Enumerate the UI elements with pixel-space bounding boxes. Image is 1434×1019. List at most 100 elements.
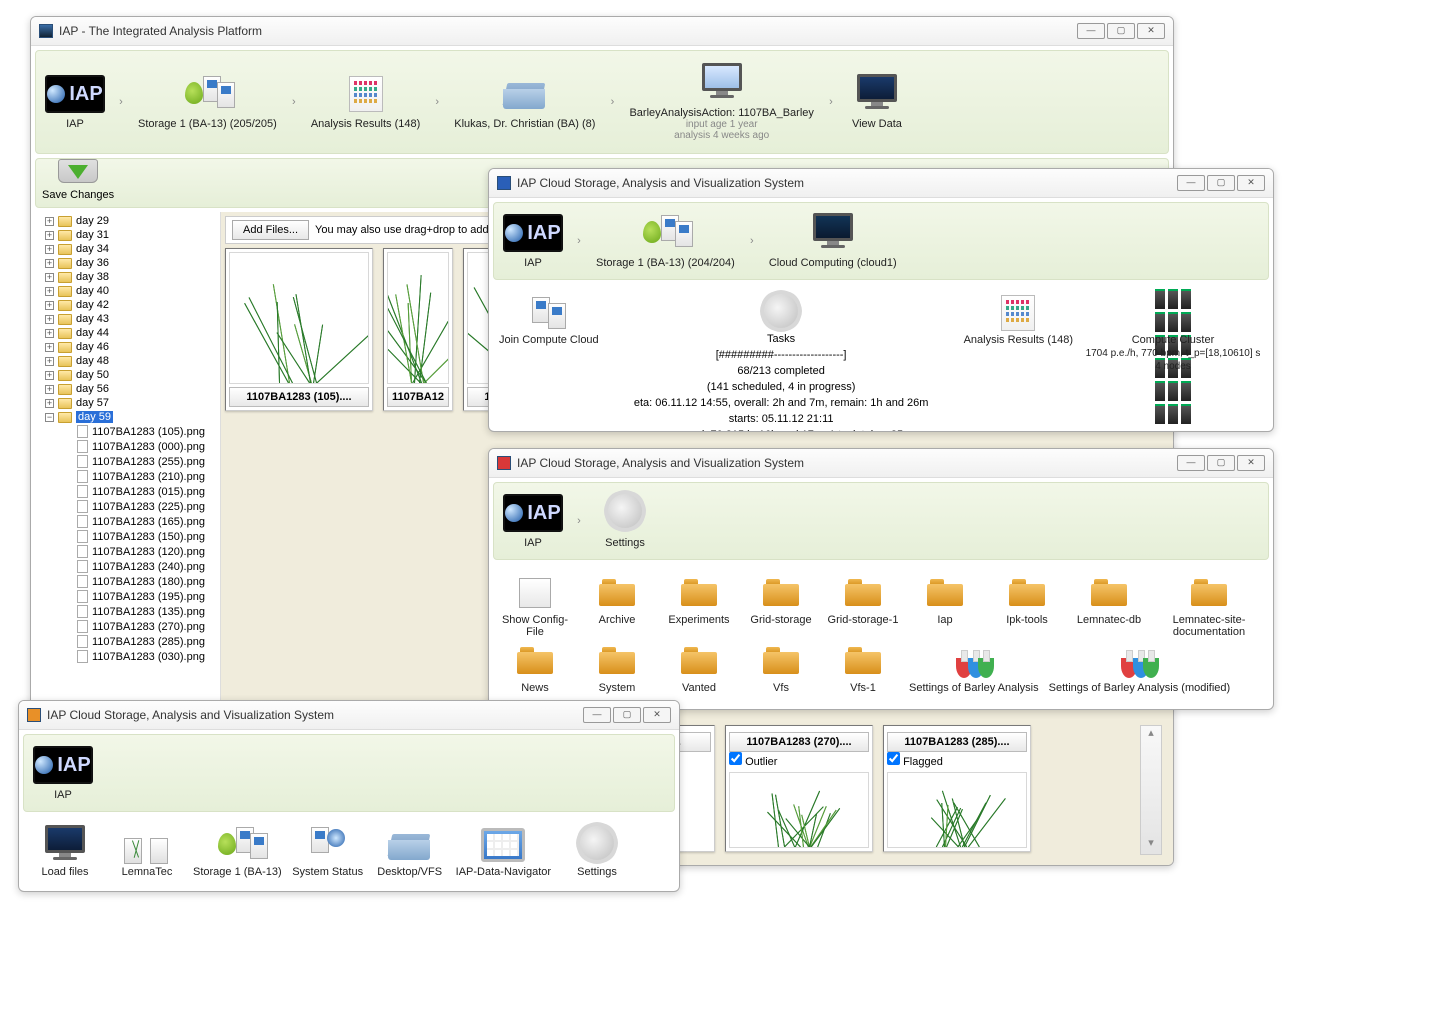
tree-folder[interactable]: +day 43 [35, 312, 218, 326]
bc-iap[interactable]: IAP IAP [28, 743, 98, 803]
tree-file[interactable]: 1107BA1283 (210).png [35, 469, 218, 484]
tree-folder[interactable]: +day 36 [35, 256, 218, 270]
settings-item[interactable]: Vanted [663, 642, 735, 694]
thumbnail[interactable]: 1107BA1283 (270).... Outlier [725, 725, 873, 852]
settings-item[interactable]: System [581, 642, 653, 694]
close-button[interactable]: ✕ [1137, 23, 1165, 39]
settings-item[interactable]: Lemnatec-db [1073, 574, 1145, 638]
settings-item[interactable]: Ipk-tools [991, 574, 1063, 638]
tree-file[interactable]: 1107BA1283 (180).png [35, 574, 218, 589]
thumbnail[interactable]: 1107BA12 [383, 248, 453, 411]
launcher-item[interactable]: Load files [29, 826, 101, 878]
tree-file[interactable]: 1107BA1283 (015).png [35, 484, 218, 499]
bc-iap[interactable]: IAP IAP [498, 211, 568, 271]
minimize-button[interactable]: — [583, 707, 611, 723]
launcher-item[interactable]: Storage 1 (BA-13) [193, 826, 282, 878]
window-title: IAP Cloud Storage, Analysis and Visualiz… [47, 708, 583, 722]
maximize-button[interactable]: ▢ [1207, 175, 1235, 191]
bc-viewdata[interactable]: View Data [842, 72, 912, 132]
settings-item[interactable]: Settings of Barley Analysis (modified) [1049, 642, 1231, 694]
bc-settings[interactable]: Settings [590, 491, 660, 551]
settings-item[interactable]: Experiments [663, 574, 735, 638]
launcher-item[interactable]: IAP-Data-Navigator [456, 826, 551, 878]
tree-folder[interactable]: +day 48 [35, 354, 218, 368]
tree-folder[interactable]: +day 44 [35, 326, 218, 340]
tree-file[interactable]: 1107BA1283 (135).png [35, 604, 218, 619]
tree-folder[interactable]: +day 50 [35, 368, 218, 382]
app-icon [497, 456, 511, 470]
app-icon [27, 708, 41, 722]
tree-file[interactable]: 1107BA1283 (285).png [35, 634, 218, 649]
settings-item[interactable]: Lemnatec-site-documentation [1155, 574, 1263, 638]
settings-item[interactable]: Iap [909, 574, 981, 638]
minimize-button[interactable]: — [1177, 455, 1205, 471]
tree-folder[interactable]: +day 46 [35, 340, 218, 354]
tree-folder[interactable]: +day 34 [35, 242, 218, 256]
tree-folder[interactable]: +day 56 [35, 382, 218, 396]
titlebar: IAP - The Integrated Analysis Platform —… [31, 17, 1173, 46]
bc-storage[interactable]: Storage 1 (BA-13) (205/205) [132, 72, 283, 132]
bc-analysis[interactable]: Analysis Results (148) [305, 72, 426, 132]
bc-barley[interactable]: BarleyAnalysisAction: 1107BA_Barley inpu… [623, 61, 819, 143]
bc-iap[interactable]: IAP IAP [40, 72, 110, 132]
thumbnail[interactable]: 1107BA1283 (105).... [225, 248, 373, 411]
tree-file[interactable]: 1107BA1283 (240).png [35, 559, 218, 574]
scrollbar[interactable]: ▴ ▾ [1140, 725, 1162, 855]
tree-file[interactable]: 1107BA1283 (150).png [35, 529, 218, 544]
tree-file[interactable]: 1107BA1283 (165).png [35, 514, 218, 529]
settings-item[interactable]: Vfs [745, 642, 817, 694]
window-title: IAP Cloud Storage, Analysis and Visualiz… [517, 456, 1177, 470]
bc-klukas[interactable]: Klukas, Dr. Christian (BA) (8) [448, 72, 601, 132]
maximize-button[interactable]: ▢ [1107, 23, 1135, 39]
maximize-button[interactable]: ▢ [1207, 455, 1235, 471]
window-title: IAP - The Integrated Analysis Platform [59, 24, 1077, 38]
bc-iap[interactable]: IAP IAP [498, 491, 568, 551]
tree-folder[interactable]: +day 42 [35, 298, 218, 312]
tree-file[interactable]: 1107BA1283 (000).png [35, 439, 218, 454]
launcher-item[interactable]: System Status [292, 826, 364, 878]
outlier-checkbox[interactable]: Outlier [729, 756, 777, 768]
add-files-button[interactable]: Add Files... [232, 220, 309, 240]
tree-file[interactable]: 1107BA1283 (120).png [35, 544, 218, 559]
settings-item[interactable]: Settings of Barley Analysis [909, 642, 1039, 694]
tree-file[interactable]: 1107BA1283 (030).png [35, 649, 218, 664]
close-button[interactable]: ✕ [1237, 455, 1265, 471]
flagged-checkbox[interactable]: Flagged [887, 756, 943, 768]
tree-file[interactable]: 1107BA1283 (255).png [35, 454, 218, 469]
settings-item[interactable]: Grid-storage-1 [827, 574, 899, 638]
settings-item[interactable]: Archive [581, 574, 653, 638]
settings-item[interactable]: Show Config-File [499, 574, 571, 638]
close-button[interactable]: ✕ [643, 707, 671, 723]
settings-item[interactable]: Grid-storage [745, 574, 817, 638]
tree-file[interactable]: 1107BA1283 (195).png [35, 589, 218, 604]
tree-file[interactable]: 1107BA1283 (225).png [35, 499, 218, 514]
settings-item[interactable]: News [499, 642, 571, 694]
tree-file[interactable]: 1107BA1283 (105).png [35, 424, 218, 439]
settings-item[interactable]: Vfs-1 [827, 642, 899, 694]
save-changes-button[interactable]: Save Changes [42, 165, 114, 201]
app-icon [39, 24, 53, 38]
minimize-button[interactable]: — [1177, 175, 1205, 191]
analysis-results[interactable]: Analysis Results (148) [964, 294, 1073, 432]
breadcrumb-bar: IAP IAP › Settings [493, 482, 1269, 560]
tree-folder[interactable]: +day 29 [35, 214, 218, 228]
launcher-item[interactable]: Desktop/VFS [374, 826, 446, 878]
close-button[interactable]: ✕ [1237, 175, 1265, 191]
tree-folder[interactable]: +day 57 [35, 396, 218, 410]
compute-cluster[interactable]: Compute Cluster 1704 p.e./h, 770 bpm, t_… [1083, 294, 1263, 432]
window-title: IAP Cloud Storage, Analysis and Visualiz… [517, 176, 1177, 190]
launcher-item[interactable]: LemnaTec [111, 826, 183, 878]
breadcrumb-bar: IAP IAP › Storage 1 (BA-13) (205/205) › … [35, 50, 1169, 154]
tree-folder[interactable]: +day 40 [35, 284, 218, 298]
bc-storage[interactable]: Storage 1 (BA-13) (204/204) [590, 211, 741, 271]
tree-folder-selected[interactable]: −day 59 [35, 410, 218, 424]
thumbnail[interactable]: 1107BA1283 (285).... Flagged [883, 725, 1031, 852]
minimize-button[interactable]: — [1077, 23, 1105, 39]
tree-folder[interactable]: +day 31 [35, 228, 218, 242]
launcher-item[interactable]: Settings [561, 826, 633, 878]
bc-cloud[interactable]: Cloud Computing (cloud1) [763, 211, 903, 271]
tree-folder[interactable]: +day 38 [35, 270, 218, 284]
join-compute-cloud[interactable]: Join Compute Cloud [499, 294, 599, 432]
maximize-button[interactable]: ▢ [613, 707, 641, 723]
tree-file[interactable]: 1107BA1283 (270).png [35, 619, 218, 634]
